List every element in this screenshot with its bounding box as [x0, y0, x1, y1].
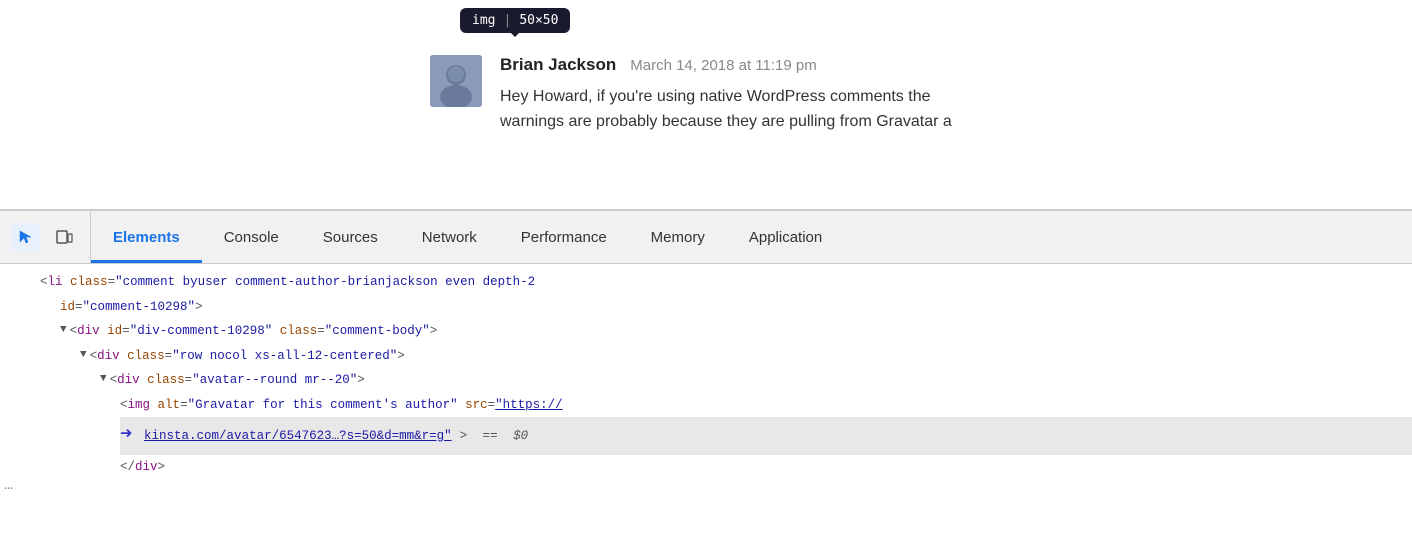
- comment-text-line2: warnings are probably because they are p…: [500, 113, 952, 130]
- comment-date: March 14, 2018 at 11:19 pm: [630, 57, 817, 74]
- webpage-preview: img | 50×50 Brian Jackson March 14, 2018…: [0, 0, 1412, 210]
- src-url[interactable]: kinsta.com/avatar/6547623…?s=50&d=mm&r=g…: [144, 425, 452, 448]
- comment-meta: Brian Jackson March 14, 2018 at 11:19 pm: [500, 55, 1362, 75]
- element-tooltip: img | 50×50: [460, 8, 570, 33]
- device-toggle-button[interactable]: [50, 223, 78, 251]
- devtools-tabs: Elements Console Sources Network Perform…: [91, 211, 1412, 263]
- dom-line-3: ▼ <div id="div-comment-10298" class="com…: [60, 319, 1412, 344]
- tab-elements[interactable]: Elements: [91, 211, 202, 263]
- tab-console[interactable]: Console: [202, 211, 301, 263]
- dom-line-8: </div>: [120, 455, 1412, 480]
- comment-section: Brian Jackson March 14, 2018 at 11:19 pm…: [0, 0, 1412, 135]
- tooltip-dimensions: 50×50: [519, 13, 558, 28]
- tab-performance[interactable]: Performance: [499, 211, 629, 263]
- avatar: [430, 55, 482, 107]
- dom-line-1: <li class="comment byuser comment-author…: [40, 270, 1412, 295]
- avatar-wrapper: [430, 55, 482, 107]
- element-picker-button[interactable]: [12, 223, 40, 251]
- tab-sources[interactable]: Sources: [301, 211, 400, 263]
- tab-application[interactable]: Application: [727, 211, 844, 263]
- selection-arrow: ➜: [120, 418, 132, 454]
- comment-content: Brian Jackson March 14, 2018 at 11:19 pm…: [500, 55, 1362, 135]
- dom-line-5: ▼ <div class="avatar--round mr--20">: [100, 368, 1412, 393]
- devtools-toolbar: Elements Console Sources Network Perform…: [0, 210, 1412, 264]
- dom-line-7-highlighted: ➜ kinsta.com/avatar/6547623…?s=50&d=mm&r…: [120, 417, 1412, 455]
- dom-line-6: <img alt="Gravatar for this comment's au…: [120, 393, 1412, 418]
- devtools-dom-panel: <li class="comment byuser comment-author…: [0, 264, 1412, 552]
- devtools-icons-group: [0, 211, 91, 263]
- comment-text: Hey Howard, if you're using native WordP…: [500, 85, 1362, 135]
- overflow-indicator: …: [4, 477, 13, 494]
- tab-memory[interactable]: Memory: [629, 211, 727, 263]
- tooltip-tag: img: [472, 13, 495, 28]
- dom-line-2: id="comment-10298">: [60, 295, 1412, 320]
- comment-text-line1: Hey Howard, if you're using native WordP…: [500, 88, 931, 105]
- comment-author: Brian Jackson: [500, 55, 616, 75]
- tab-network[interactable]: Network: [400, 211, 499, 263]
- dom-line-4: ▼ <div class="row nocol xs-all-12-center…: [80, 344, 1412, 369]
